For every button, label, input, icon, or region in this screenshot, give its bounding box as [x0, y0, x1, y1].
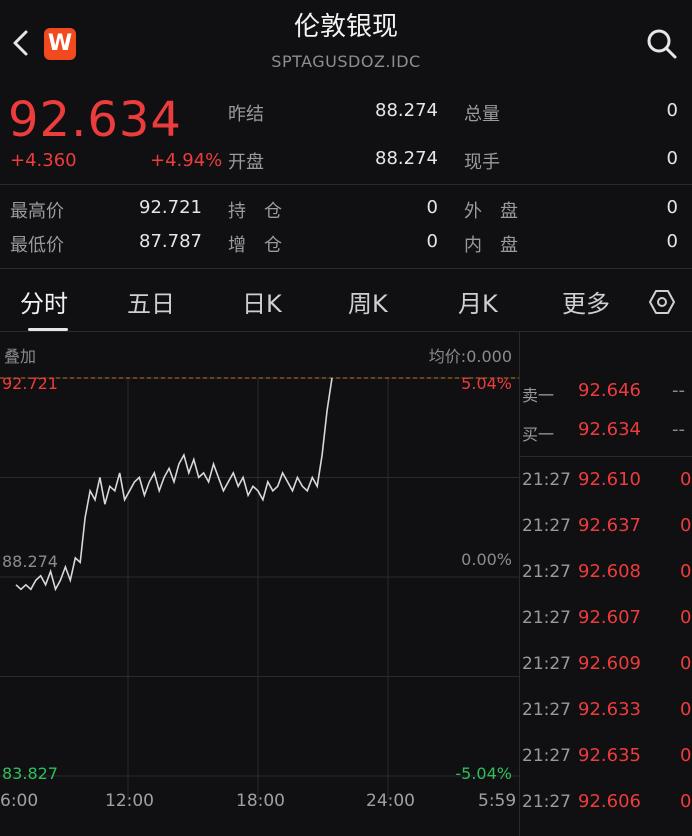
instrument-symbol: SPTAGUSDOZ.IDC [271, 52, 421, 71]
tick-time: 21:27 [522, 792, 571, 812]
tab-weekly-k[interactable]: 周K [348, 284, 388, 319]
divider [0, 184, 692, 185]
tick-volume: 0 [680, 653, 692, 674]
inner-volume-value: 0 [666, 231, 678, 252]
tick-price: 92.610 [578, 469, 641, 490]
tick-volume: 0 [680, 561, 692, 582]
tick-volume: 0 [680, 607, 692, 628]
search-icon[interactable] [644, 26, 680, 62]
low-value: 87.787 [139, 231, 202, 252]
page-title: 伦敦银现 [293, 12, 398, 42]
current-volume-label: 现手 [464, 152, 500, 173]
total-volume-label: 总量 [464, 104, 500, 125]
app-logo-icon: W [44, 28, 76, 60]
current-volume-value: 0 [666, 148, 678, 169]
x-tick-label: 6:00 [0, 791, 39, 811]
tick-price: 92.607 [578, 607, 641, 628]
tick-time: 21:27 [522, 654, 571, 674]
prev-close-value: 88.274 [375, 100, 438, 121]
panel-divider [519, 332, 520, 836]
total-volume-value: 0 [666, 100, 678, 121]
tick-volume: 0 [680, 791, 692, 812]
tick-time: 21:27 [522, 700, 571, 720]
settings-hexagon-icon[interactable] [648, 288, 676, 316]
tab-intraday[interactable]: 分时 [20, 284, 68, 319]
chart-top-percent: 5.04% [461, 374, 512, 393]
x-tick-label: 5:59 [478, 791, 517, 811]
back-chevron-icon[interactable] [8, 26, 34, 60]
open-value: 88.274 [375, 148, 438, 169]
high-value: 92.721 [139, 197, 202, 218]
open-interest-label: 持 仓 [228, 201, 282, 222]
high-label: 最高价 [10, 201, 64, 222]
ask-volume: -- [672, 380, 685, 401]
inner-volume-label: 内 盘 [464, 235, 518, 256]
tab-daily-k[interactable]: 日K [242, 284, 282, 319]
chart-bottom-percent: -5.04% [455, 764, 512, 783]
x-tick-label: 24:00 [366, 791, 415, 811]
tick-time: 21:27 [522, 608, 571, 628]
x-tick-label: 18:00 [236, 791, 285, 811]
tick-price: 92.637 [578, 515, 641, 536]
tick-price: 92.609 [578, 653, 641, 674]
tick-price: 92.606 [578, 791, 641, 812]
tick-price: 92.635 [578, 745, 641, 766]
tick-volume: 0 [680, 699, 692, 720]
divider [0, 268, 692, 269]
oi-change-value: 0 [426, 231, 438, 252]
price-change-percent: +4.94% [150, 150, 223, 171]
outer-volume-label: 外 盘 [464, 201, 518, 222]
tick-volume: 0 [680, 515, 692, 536]
oi-change-label: 增 仓 [228, 235, 282, 256]
chart-mid-price: 88.274 [2, 552, 58, 571]
header-bar: 伦敦银现 SPTAGUSDOZ.IDC W [0, 0, 692, 84]
open-interest-value: 0 [426, 197, 438, 218]
tab-more[interactable]: 更多 [562, 284, 610, 319]
tab-monthly-k[interactable]: 月K [458, 284, 498, 319]
tick-time: 21:27 [522, 746, 571, 766]
bid-volume: -- [672, 419, 685, 440]
low-label: 最低价 [10, 235, 64, 256]
tick-time: 21:27 [522, 516, 571, 536]
tick-time: 21:27 [522, 470, 571, 490]
last-price: 92.634 [8, 92, 182, 148]
chart-top-price: 92.721 [2, 374, 58, 393]
tick-volume: 0 [680, 745, 692, 766]
chart-mid-percent: 0.00% [461, 550, 512, 569]
tab-five-day[interactable]: 五日 [127, 284, 175, 319]
bid-price: 92.634 [578, 419, 641, 440]
price-line-series [15, 377, 333, 592]
intraday-chart[interactable] [0, 332, 520, 836]
prev-close-label: 昨结 [228, 104, 264, 125]
tick-time: 21:27 [522, 562, 571, 582]
divider [520, 456, 692, 457]
outer-volume-value: 0 [666, 197, 678, 218]
tick-volume: 0 [680, 469, 692, 490]
bid-label: 买一 [522, 425, 555, 444]
tick-price: 92.633 [578, 699, 641, 720]
open-label: 开盘 [228, 152, 264, 173]
x-tick-label: 12:00 [105, 791, 154, 811]
ask-price: 92.646 [578, 380, 641, 401]
price-change: +4.360 [10, 150, 77, 171]
tick-price: 92.608 [578, 561, 641, 582]
chart-bottom-price: 83.827 [2, 764, 58, 783]
ask-label: 卖一 [522, 386, 555, 405]
